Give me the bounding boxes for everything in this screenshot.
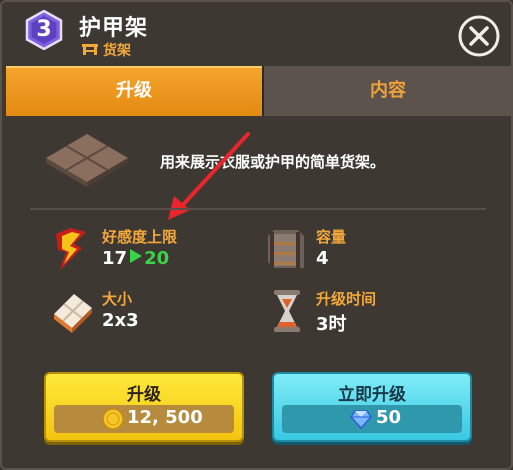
lightning-icon xyxy=(56,228,86,270)
stat-label: 升级时间 xyxy=(316,290,377,308)
upgrade-cost: 12, 500 xyxy=(54,405,234,433)
size-tiles-icon xyxy=(54,294,92,333)
stat-capacity: 容量 4 xyxy=(266,226,466,276)
hourglass-icon xyxy=(274,290,300,332)
next-value: 20 xyxy=(144,248,170,269)
panel-header: 3 护甲架 货架 xyxy=(2,2,511,66)
current-value: 17 xyxy=(102,248,128,269)
level-number: 3 xyxy=(36,17,52,42)
close-button[interactable] xyxy=(457,14,501,58)
shelf-capacity-icon xyxy=(268,230,304,268)
stat-favor-limit: 好感度上限 17 20 xyxy=(52,226,252,276)
stat-upgrade-time: 升级时间 3时 xyxy=(266,288,466,338)
stat-value: 17 20 xyxy=(102,248,169,269)
section-divider xyxy=(30,208,486,210)
stat-size: 大小 2x3 xyxy=(52,288,252,338)
level-badge: 3 xyxy=(24,9,64,51)
close-icon xyxy=(458,15,500,57)
increase-arrow-icon xyxy=(130,249,143,263)
stat-value: 2x3 xyxy=(102,310,139,331)
description-row: 用来展示衣服或护甲的简单货架。 xyxy=(42,130,482,190)
gold-coin-icon xyxy=(102,408,124,430)
instant-upgrade-cost-value: 50 xyxy=(376,407,402,428)
category-text: 货架 xyxy=(103,43,131,59)
shelf-category-icon xyxy=(82,44,98,55)
floor-tiles-icon xyxy=(46,134,128,187)
instant-upgrade-cost: 50 xyxy=(282,405,462,433)
upgrade-button[interactable]: 升级 12, 500 xyxy=(44,372,244,442)
upgrade-cost-value: 12, 500 xyxy=(127,407,203,428)
instant-upgrade-button-label: 立即升级 xyxy=(338,385,406,405)
item-title: 护甲架 xyxy=(79,16,149,41)
stat-label: 容量 xyxy=(316,228,347,246)
stat-label: 好感度上限 xyxy=(102,228,178,246)
gem-icon xyxy=(350,410,372,430)
upgrade-button-label: 升级 xyxy=(127,385,161,405)
stat-value: 3时 xyxy=(316,314,347,335)
stat-label: 大小 xyxy=(102,290,133,308)
stat-value: 4 xyxy=(316,248,329,269)
tab-upgrade[interactable]: 升级 xyxy=(6,66,262,116)
instant-upgrade-button[interactable]: 立即升级 50 xyxy=(272,372,472,442)
shelf-info-panel: 3 护甲架 货架 升级 内容 用来展示衣服或护甲的简单货架。 好感度上限 17 … xyxy=(0,0,513,470)
tab-bar: 升级 内容 xyxy=(6,66,512,116)
tab-contents[interactable]: 内容 xyxy=(262,66,512,116)
